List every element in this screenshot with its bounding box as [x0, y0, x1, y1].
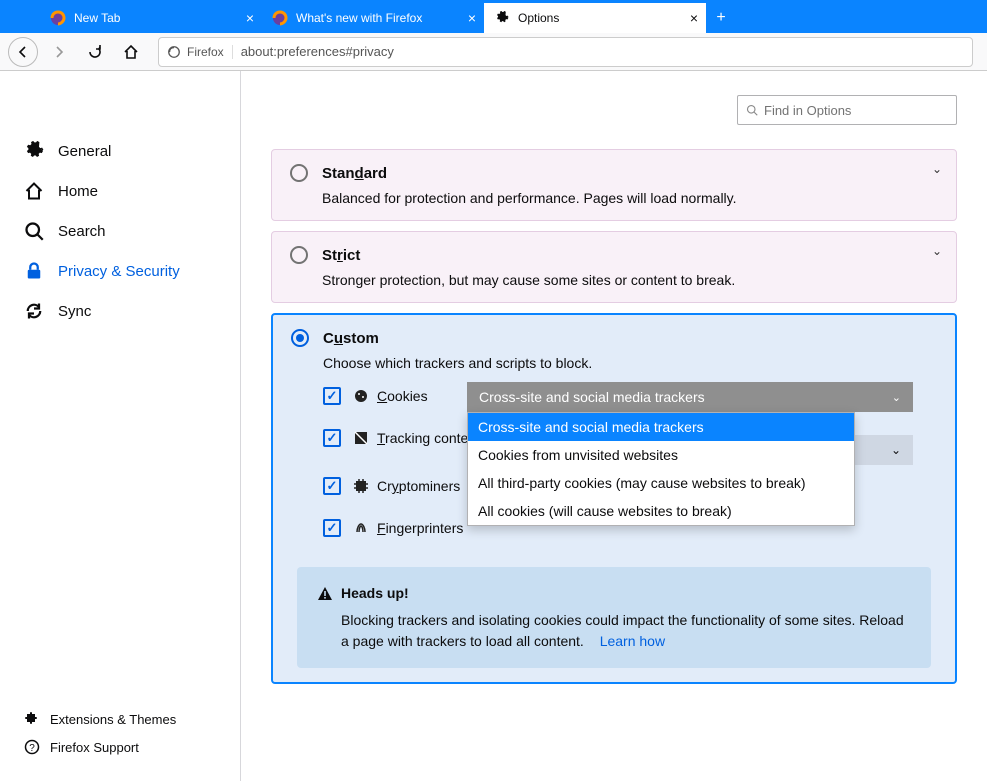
- preferences-pane: Find in Options Standard Balanced for pr…: [240, 71, 987, 781]
- puzzle-icon: [24, 711, 40, 727]
- cookie-icon: [353, 388, 369, 404]
- new-tab-button[interactable]: +: [706, 3, 736, 33]
- radio-custom[interactable]: [291, 329, 309, 347]
- sidebar-item-label: Home: [58, 183, 98, 200]
- radio-strict[interactable]: [290, 246, 308, 264]
- sidebar-extensions[interactable]: Extensions & Themes: [0, 705, 240, 733]
- nav-toolbar: Firefox about:preferences#privacy: [0, 33, 987, 71]
- gear-icon: [24, 141, 44, 161]
- checkbox-finger[interactable]: ✓: [323, 519, 341, 537]
- opt-label-text: Fingerprinters: [377, 520, 463, 536]
- chevron-down-icon[interactable]: ⌄: [932, 244, 942, 258]
- identity-box[interactable]: Firefox: [167, 45, 233, 59]
- opt-label-text: Tracking content: [377, 430, 480, 446]
- cookies-select[interactable]: Cross-site and social media trackers ⌄: [467, 382, 913, 412]
- help-icon: ?: [24, 739, 40, 755]
- close-icon[interactable]: ×: [690, 10, 698, 26]
- dropdown-option[interactable]: Cookies from unvisited websites: [468, 441, 854, 469]
- firefox-icon: [50, 10, 66, 26]
- category-sidebar: General Home Search Privacy & Security S…: [0, 71, 240, 781]
- tab-label: Options: [518, 11, 559, 25]
- close-icon[interactable]: ×: [246, 10, 254, 26]
- sidebar-item-label: Search: [58, 223, 106, 240]
- opt-label-text: Cryptominers: [377, 478, 460, 494]
- forward-button[interactable]: [44, 37, 74, 67]
- sync-icon: [24, 301, 44, 321]
- home-icon: [24, 181, 44, 201]
- gear-icon: [494, 10, 510, 26]
- alert-title: Heads up!: [341, 583, 409, 604]
- home-button[interactable]: [116, 37, 146, 67]
- tab-label: What's new with Firefox: [296, 11, 422, 25]
- sidebar-support[interactable]: ? Firefox Support: [0, 733, 240, 761]
- dropdown-option[interactable]: All cookies (will cause websites to brea…: [468, 497, 854, 525]
- url-bar[interactable]: Firefox about:preferences#privacy: [158, 37, 973, 67]
- sidebar-item-label: General: [58, 143, 111, 160]
- sidebar-item-home[interactable]: Home: [0, 171, 240, 211]
- sidebar-item-label: Sync: [58, 303, 91, 320]
- protection-strict-card[interactable]: Strict Stronger protection, but may caus…: [271, 231, 957, 303]
- dropdown-option[interactable]: All third-party cookies (may cause websi…: [468, 469, 854, 497]
- sidebar-item-label: Firefox Support: [50, 740, 139, 755]
- firefox-mono-icon: [167, 45, 181, 59]
- card-title: Strict: [322, 247, 360, 264]
- preferences-search[interactable]: Find in Options: [737, 95, 957, 125]
- card-desc: Stronger protection, but may cause some …: [322, 272, 938, 288]
- checkbox-tracking[interactable]: ✓: [323, 429, 341, 447]
- reload-button[interactable]: [80, 37, 110, 67]
- heads-up-alert: Heads up! Blocking trackers and isolatin…: [297, 567, 931, 668]
- checkbox-crypto[interactable]: ✓: [323, 477, 341, 495]
- close-icon[interactable]: ×: [468, 10, 476, 26]
- sidebar-item-general[interactable]: General: [0, 131, 240, 171]
- sidebar-item-search[interactable]: Search: [0, 211, 240, 251]
- sidebar-item-label: Extensions & Themes: [50, 712, 176, 727]
- identity-label: Firefox: [187, 45, 224, 59]
- learn-how-link[interactable]: Learn how: [600, 633, 665, 649]
- card-desc: Choose which trackers and scripts to blo…: [323, 355, 937, 371]
- chevron-down-icon: ⌄: [891, 443, 901, 457]
- protection-standard-card[interactable]: Standard Balanced for protection and per…: [271, 149, 957, 221]
- firefox-icon: [272, 10, 288, 26]
- chevron-down-icon: ⌄: [892, 391, 901, 404]
- search-icon: [746, 104, 758, 116]
- card-desc: Balanced for protection and performance.…: [322, 190, 938, 206]
- url-text: about:preferences#privacy: [241, 44, 394, 59]
- sidebar-item-privacy[interactable]: Privacy & Security: [0, 251, 240, 291]
- tab-new[interactable]: New Tab ×: [40, 3, 262, 33]
- search-icon: [24, 221, 44, 241]
- card-title: Standard: [322, 165, 387, 182]
- select-value: Cross-site and social media trackers: [479, 389, 705, 405]
- search-placeholder: Find in Options: [764, 103, 851, 118]
- lock-icon: [24, 261, 44, 281]
- tracking-icon: [353, 430, 369, 446]
- protection-custom-card: Custom Choose which trackers and scripts…: [271, 313, 957, 684]
- warning-icon: [317, 586, 333, 602]
- crypto-icon: [353, 478, 369, 494]
- cookies-dropdown: Cross-site and social media trackers Coo…: [467, 412, 855, 526]
- tab-whatsnew[interactable]: What's new with Firefox ×: [262, 3, 484, 33]
- checkbox-cookies[interactable]: ✓: [323, 387, 341, 405]
- radio-standard[interactable]: [290, 164, 308, 182]
- opt-label-text: Cookies: [377, 388, 428, 404]
- fingerprint-icon: [353, 520, 369, 536]
- sidebar-item-sync[interactable]: Sync: [0, 291, 240, 331]
- svg-text:?: ?: [29, 743, 35, 754]
- tab-strip: New Tab × What's new with Firefox × Opti…: [0, 0, 987, 33]
- tab-options[interactable]: Options ×: [484, 3, 706, 33]
- card-title: Custom: [323, 330, 379, 347]
- sidebar-item-label: Privacy & Security: [58, 263, 180, 280]
- dropdown-option[interactable]: Cross-site and social media trackers: [468, 413, 854, 441]
- chevron-down-icon[interactable]: ⌄: [932, 162, 942, 176]
- back-button[interactable]: [8, 37, 38, 67]
- tab-label: New Tab: [74, 11, 120, 25]
